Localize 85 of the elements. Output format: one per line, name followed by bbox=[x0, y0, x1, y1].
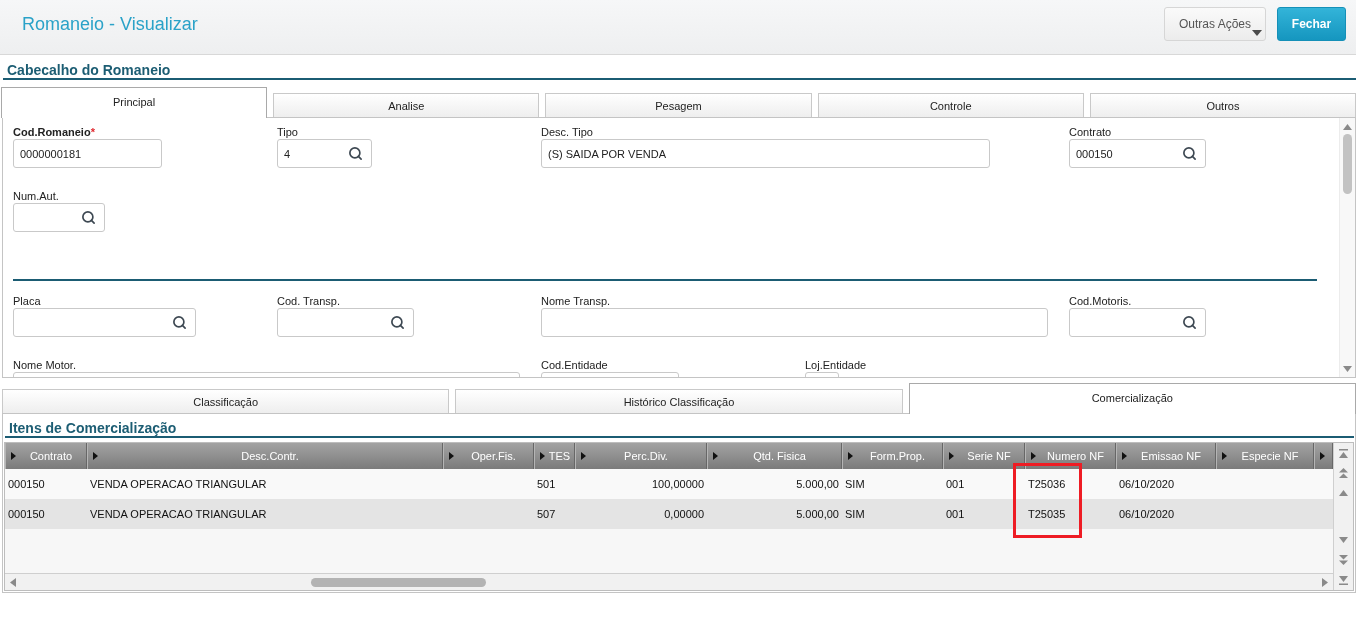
field-label: Contrato bbox=[1069, 126, 1112, 139]
search-icon[interactable] bbox=[81, 210, 96, 225]
double-triangle-up-icon[interactable] bbox=[1339, 468, 1348, 478]
section-title: Cabecalho do Romaneio bbox=[7, 62, 171, 79]
table-cell-text: 5.000,00 bbox=[795, 477, 840, 492]
field-label: Desc. Tipo bbox=[541, 126, 593, 139]
table-cell-text: 5.000,00 bbox=[795, 507, 840, 522]
table-cell-text: 001 bbox=[945, 477, 966, 492]
table-cell-text: 100,00000 bbox=[651, 477, 705, 492]
search-icon[interactable] bbox=[172, 315, 187, 330]
field-label: Nome Motor. bbox=[13, 359, 76, 372]
table-cell-text: 06/10/2020 bbox=[1118, 507, 1176, 522]
field-label: Tipo bbox=[277, 126, 298, 139]
search-icon[interactable] bbox=[1182, 315, 1197, 330]
tab[interactable]: Principal bbox=[1, 87, 268, 118]
table-cell-text: T25036 bbox=[1027, 477, 1067, 492]
scrollbar[interactable] bbox=[5, 573, 1333, 590]
scroll-thumb[interactable] bbox=[311, 577, 486, 587]
table-cell-text: VENDA OPERACAO TRIANGULAR bbox=[89, 477, 268, 492]
input-field[interactable] bbox=[13, 308, 196, 337]
dropdown-button[interactable]: Outras Ações bbox=[1164, 7, 1266, 41]
tab[interactable]: Outros bbox=[1089, 93, 1356, 117]
triangle-left-icon[interactable] bbox=[10, 577, 16, 587]
input-field[interactable]: 000150 bbox=[1069, 139, 1206, 168]
caret-right-icon[interactable] bbox=[540, 452, 545, 460]
input-field[interactable]: (S) SAIDA POR VENDA bbox=[541, 139, 990, 168]
table-cell-text: 06/10/2020 bbox=[1118, 477, 1176, 492]
input-field[interactable] bbox=[277, 308, 414, 337]
table-cell-text: 001 bbox=[945, 507, 966, 522]
caret-down-icon bbox=[1252, 30, 1262, 36]
field-label: Placa bbox=[13, 295, 41, 308]
triangle-down-icon[interactable] bbox=[1339, 537, 1348, 543]
triangle-down-icon[interactable] bbox=[1343, 366, 1352, 372]
field-label: Num.Aut. bbox=[13, 190, 59, 203]
field-label: Cod.Romaneio* bbox=[13, 126, 95, 139]
caret-right-icon[interactable] bbox=[713, 452, 718, 460]
table-cell-text: VENDA OPERACAO TRIANGULAR bbox=[89, 507, 268, 522]
table-row[interactable]: 000150 VENDA OPERACAO TRIANGULAR 507 0,00000 5.000,00 SIM 001 T25035 06/10/2020 bbox=[5, 499, 1333, 529]
scroll-thumb[interactable] bbox=[1343, 134, 1352, 194]
table-cell-text: 0,00000 bbox=[663, 507, 705, 522]
caret-right-icon[interactable] bbox=[11, 452, 16, 460]
field-label: Loj.Entidade bbox=[805, 359, 867, 372]
input-field[interactable] bbox=[1069, 308, 1206, 337]
caret-right-icon[interactable] bbox=[949, 452, 954, 460]
search-icon[interactable] bbox=[348, 146, 363, 161]
table-cell-text: SIM bbox=[844, 477, 866, 492]
triangle-down-bar-icon[interactable] bbox=[1339, 575, 1348, 585]
field-label: Cod. Transp. bbox=[277, 295, 340, 308]
caret-right-icon[interactable] bbox=[848, 452, 853, 460]
caret-right-icon[interactable] bbox=[93, 452, 98, 460]
input-field[interactable]: 4 bbox=[277, 139, 372, 168]
tab[interactable]: Pesagem bbox=[545, 93, 812, 117]
input-field[interactable] bbox=[13, 203, 105, 232]
caret-right-icon[interactable] bbox=[449, 452, 454, 460]
section-title: Itens de Comercialização bbox=[9, 420, 177, 437]
input-field[interactable]: 0000000181 bbox=[13, 139, 162, 168]
table-cell-text: SIM bbox=[844, 507, 866, 522]
triangle-up-icon[interactable] bbox=[1339, 490, 1348, 496]
tab[interactable]: Histórico Classificação bbox=[455, 389, 903, 413]
input-field[interactable] bbox=[541, 308, 1048, 337]
table-cell-text: 000150 bbox=[7, 507, 46, 522]
caret-right-icon[interactable] bbox=[1031, 452, 1036, 460]
page-title: Romaneio - Visualizar bbox=[22, 13, 198, 36]
triangle-right-icon[interactable] bbox=[1322, 577, 1328, 587]
table-cell-text: 501 bbox=[536, 477, 557, 492]
search-icon[interactable] bbox=[1182, 146, 1197, 161]
tab[interactable]: Analise bbox=[273, 93, 540, 117]
caret-right-icon[interactable] bbox=[1222, 452, 1227, 460]
double-triangle-down-icon[interactable] bbox=[1339, 555, 1348, 565]
bar-triangle-up-icon[interactable] bbox=[1339, 448, 1348, 458]
field-label: Cod.Motoris. bbox=[1069, 295, 1132, 308]
tab[interactable]: Classificação bbox=[2, 389, 450, 413]
tab[interactable]: Controle bbox=[817, 93, 1084, 117]
triangle-up-icon[interactable] bbox=[1343, 124, 1352, 130]
scrollbar[interactable] bbox=[1333, 443, 1353, 590]
field-label: Cod.Entidade bbox=[541, 359, 608, 372]
table-cell-text: T25035 bbox=[1027, 507, 1067, 522]
field-label: Nome Transp. bbox=[541, 295, 611, 308]
caret-right-icon[interactable] bbox=[1122, 452, 1127, 460]
search-icon[interactable] bbox=[390, 315, 405, 330]
tab[interactable]: Comercialização bbox=[908, 383, 1356, 414]
caret-right-icon[interactable] bbox=[1320, 452, 1325, 460]
table-cell-text: 507 bbox=[536, 507, 557, 522]
caret-right-icon[interactable] bbox=[581, 452, 586, 460]
table-cell-text: 000150 bbox=[7, 477, 46, 492]
